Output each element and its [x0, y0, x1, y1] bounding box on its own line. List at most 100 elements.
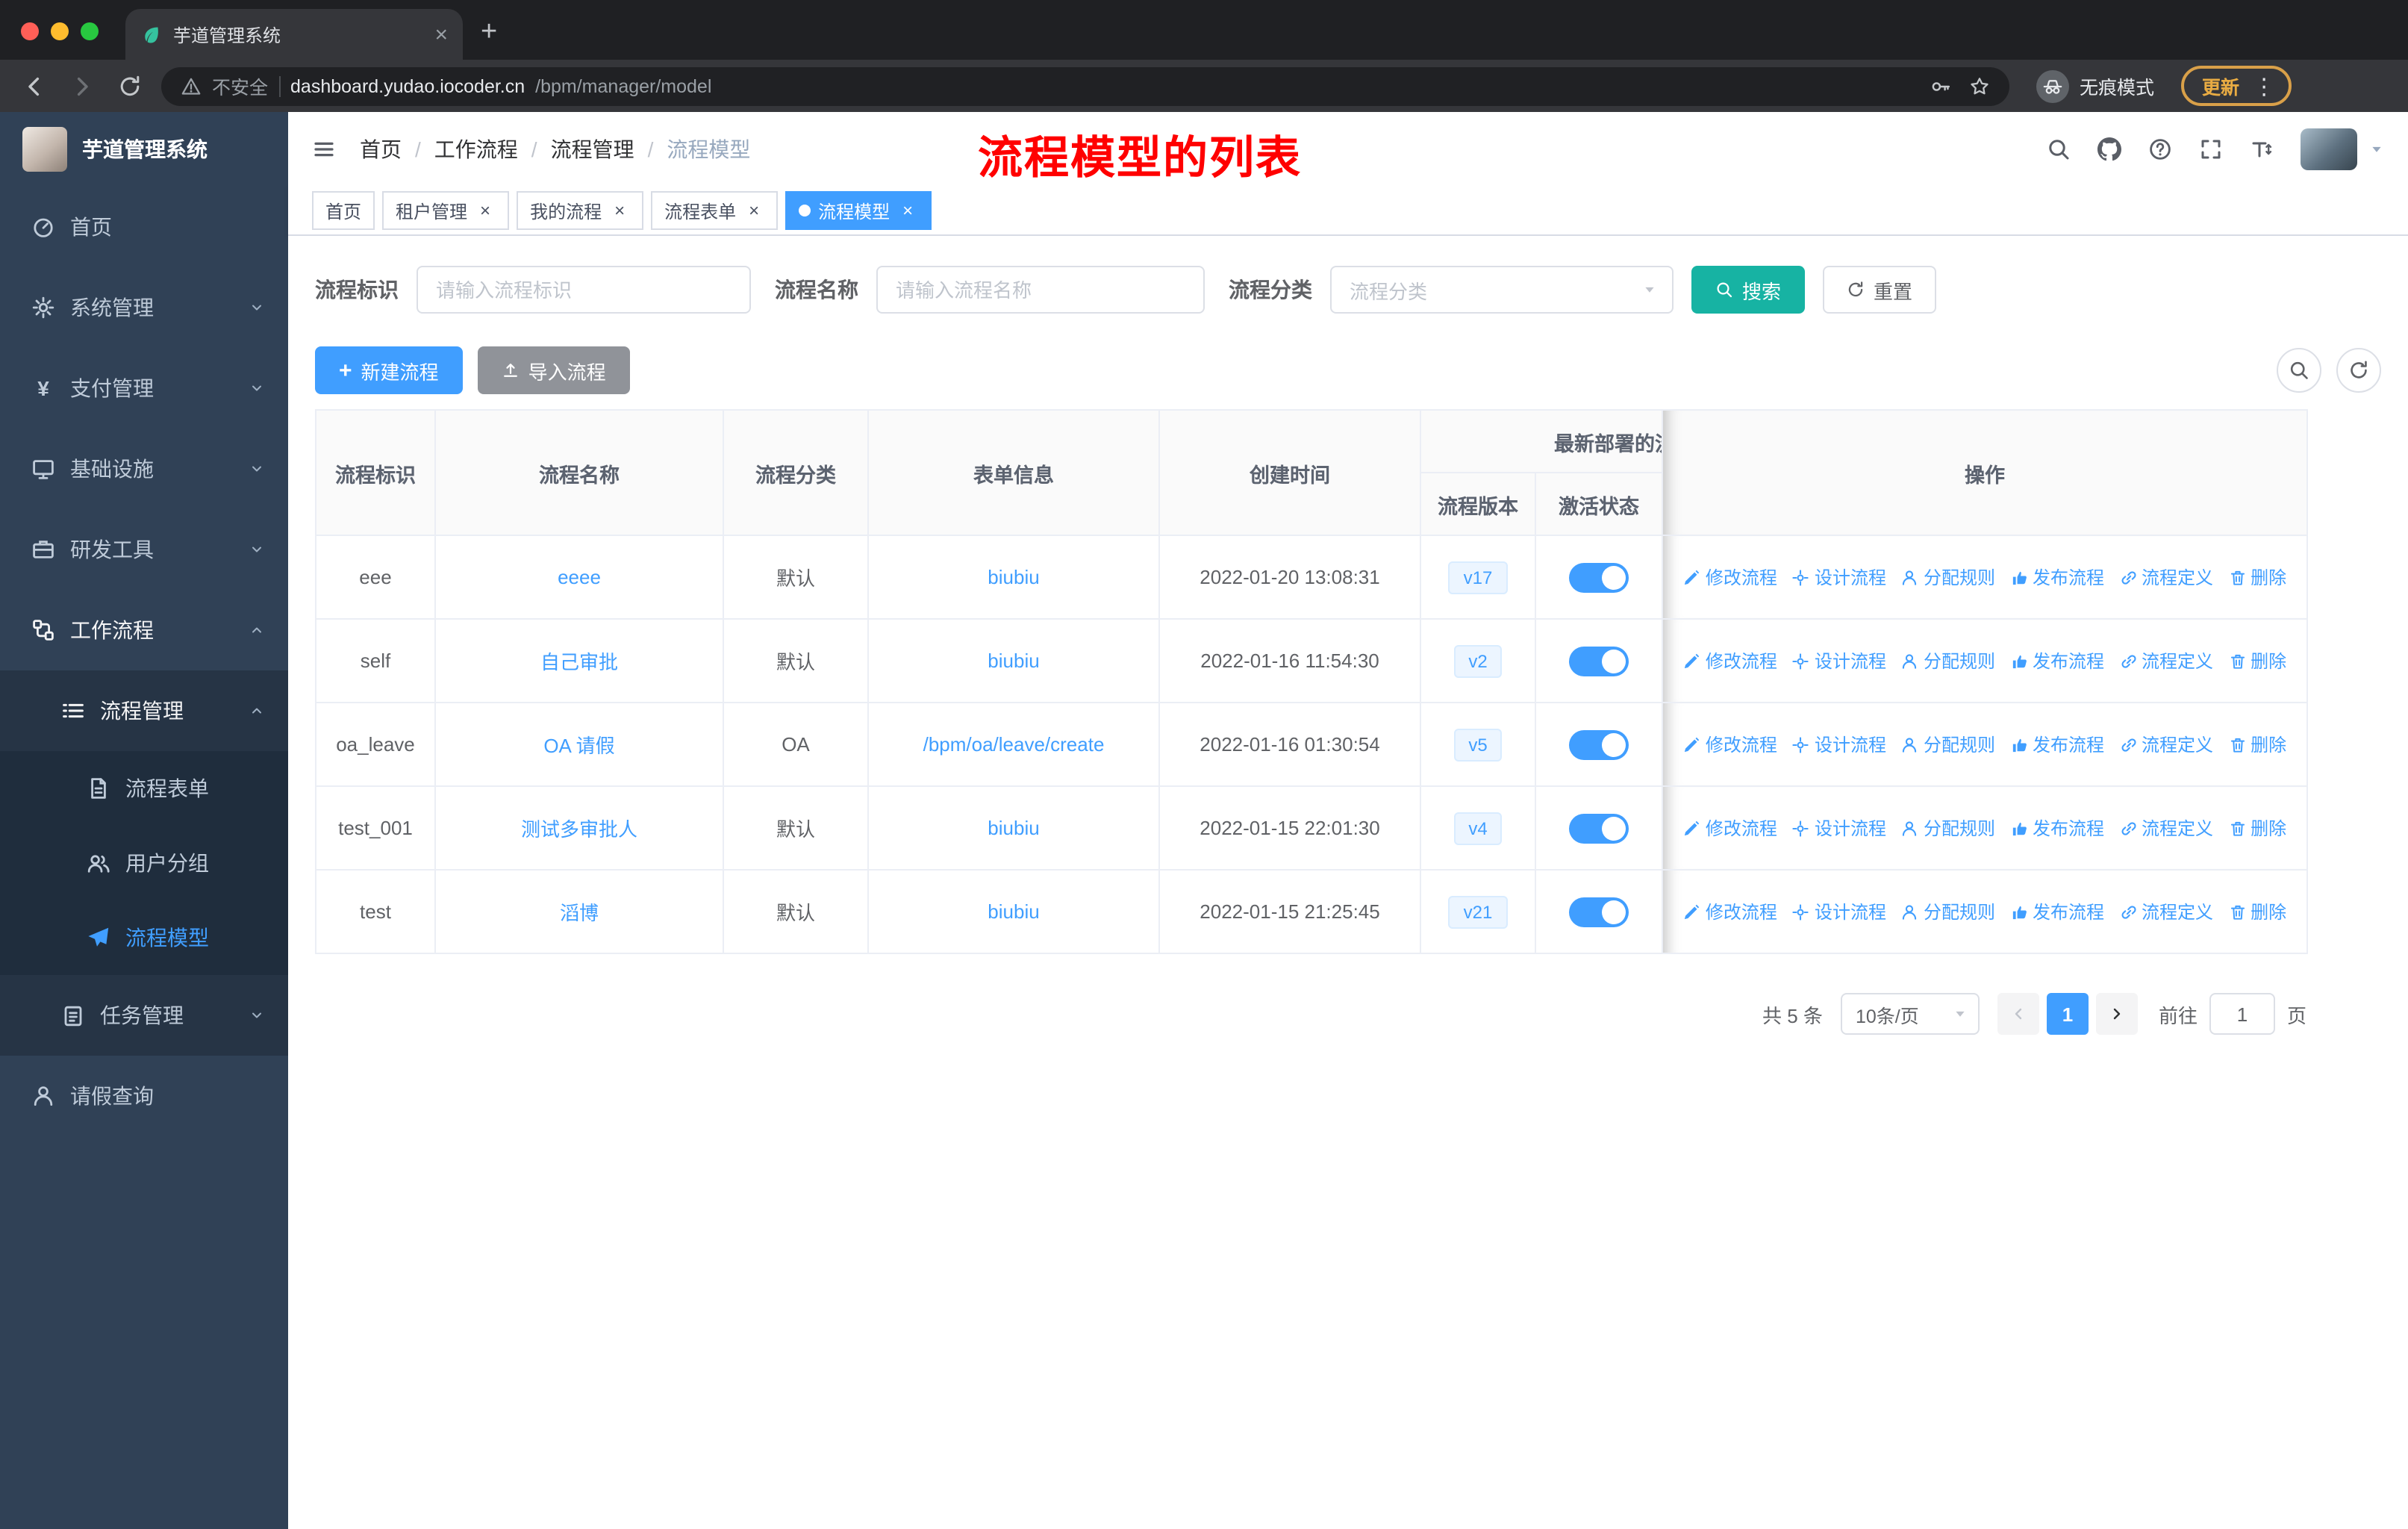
- browser-menu-icon[interactable]: [2253, 72, 2275, 99]
- avatar-caret-icon[interactable]: [2369, 142, 2384, 157]
- sidebar-item-process-management[interactable]: 流程管理: [0, 670, 288, 751]
- publish-process-link[interactable]: 发布流程: [2010, 899, 2104, 924]
- sidebar-item-user-group[interactable]: 用户分组: [0, 826, 288, 900]
- sidebar-item-home[interactable]: 首页: [0, 187, 288, 267]
- tab-close-icon[interactable]: [434, 23, 448, 46]
- toggle-search-button[interactable]: [2277, 348, 2321, 393]
- reset-button[interactable]: 重置: [1823, 266, 1937, 314]
- sidebar-item-payment[interactable]: 支付管理: [0, 348, 288, 429]
- process-definition-link[interactable]: 流程定义: [2119, 648, 2213, 673]
- prev-page-button[interactable]: [1997, 993, 2039, 1035]
- next-page-button[interactable]: [2095, 993, 2138, 1035]
- edit-process-link[interactable]: 修改流程: [1683, 899, 1777, 924]
- process-name-link[interactable]: 测试多审批人: [521, 818, 637, 841]
- sidebar-item-process-model[interactable]: 流程模型: [0, 900, 288, 975]
- delete-link[interactable]: 删除: [2228, 899, 2286, 924]
- active-toggle[interactable]: [1569, 813, 1629, 843]
- process-definition-link[interactable]: 流程定义: [2119, 899, 2213, 924]
- process-definition-link[interactable]: 流程定义: [2119, 564, 2213, 590]
- process-category-select[interactable]: 流程分类: [1330, 266, 1674, 314]
- design-process-link[interactable]: 设计流程: [1792, 815, 1886, 841]
- breadcrumb-workflow[interactable]: 工作流程: [434, 134, 518, 164]
- delete-link[interactable]: 删除: [2228, 564, 2286, 590]
- form-info-link[interactable]: biubiu: [988, 650, 1039, 672]
- window-zoom-button[interactable]: [81, 22, 99, 40]
- process-name-link[interactable]: OA 请假: [543, 735, 614, 757]
- current-page-button[interactable]: 1: [2046, 993, 2089, 1035]
- assign-rule-link[interactable]: 分配规则: [1901, 564, 1995, 590]
- assign-rule-link[interactable]: 分配规则: [1901, 815, 1995, 841]
- process-definition-link[interactable]: 流程定义: [2119, 815, 2213, 841]
- edit-process-link[interactable]: 修改流程: [1683, 564, 1777, 590]
- tag-close-icon[interactable]: [897, 200, 918, 221]
- process-id-input[interactable]: [417, 266, 751, 314]
- goto-page-input[interactable]: [2209, 993, 2275, 1035]
- sidebar-item-task-management[interactable]: 任务管理: [0, 975, 288, 1056]
- sidebar-item-infrastructure[interactable]: 基础设施: [0, 429, 288, 509]
- sidebar-item-workflow[interactable]: 工作流程: [0, 590, 288, 670]
- font-size-icon[interactable]: [2250, 137, 2274, 161]
- tag-close-icon[interactable]: [475, 200, 496, 221]
- user-avatar[interactable]: [2301, 128, 2357, 170]
- form-info-link[interactable]: biubiu: [988, 566, 1039, 588]
- back-button[interactable]: [18, 69, 51, 102]
- delete-link[interactable]: 删除: [2228, 732, 2286, 757]
- reload-button[interactable]: [113, 69, 146, 102]
- form-info-link[interactable]: biubiu: [988, 817, 1039, 839]
- assign-rule-link[interactable]: 分配规则: [1901, 732, 1995, 757]
- publish-process-link[interactable]: 发布流程: [2010, 648, 2104, 673]
- bookmark-star-icon[interactable]: [1969, 75, 1990, 96]
- sidebar-item-leave-query[interactable]: 请假查询: [0, 1056, 288, 1136]
- publish-process-link[interactable]: 发布流程: [2010, 564, 2104, 590]
- tag-close-icon[interactable]: [609, 200, 630, 221]
- sidebar-item-process-form[interactable]: 流程表单: [0, 751, 288, 826]
- publish-process-link[interactable]: 发布流程: [2010, 732, 2104, 757]
- active-toggle[interactable]: [1569, 562, 1629, 592]
- tag-my-process[interactable]: 我的流程: [517, 191, 644, 230]
- tag-tenant-management[interactable]: 租户管理: [382, 191, 510, 230]
- form-info-link[interactable]: /bpm/oa/leave/create: [923, 733, 1105, 756]
- tag-home[interactable]: 首页: [312, 191, 375, 230]
- active-toggle[interactable]: [1569, 646, 1629, 676]
- page-size-select[interactable]: 10条/页: [1840, 993, 1980, 1035]
- browser-update-button[interactable]: 更新: [2181, 66, 2292, 106]
- refresh-table-button[interactable]: [2336, 348, 2381, 393]
- browser-tab[interactable]: 芋道管理系统: [125, 9, 463, 60]
- delete-link[interactable]: 删除: [2228, 815, 2286, 841]
- active-toggle[interactable]: [1569, 897, 1629, 927]
- design-process-link[interactable]: 设计流程: [1792, 899, 1886, 924]
- search-icon[interactable]: [2047, 137, 2071, 161]
- new-tab-button[interactable]: [481, 18, 497, 46]
- delete-link[interactable]: 删除: [2228, 648, 2286, 673]
- breadcrumb-home[interactable]: 首页: [360, 134, 402, 164]
- edit-process-link[interactable]: 修改流程: [1683, 732, 1777, 757]
- design-process-link[interactable]: 设计流程: [1792, 732, 1886, 757]
- process-name-link[interactable]: 自己审批: [540, 651, 618, 673]
- github-icon[interactable]: [2097, 137, 2121, 161]
- sidebar-toggle-icon[interactable]: [312, 137, 336, 161]
- publish-process-link[interactable]: 发布流程: [2010, 815, 2104, 841]
- create-process-button[interactable]: 新建流程: [315, 346, 463, 394]
- forward-button[interactable]: [66, 69, 99, 102]
- app-logo[interactable]: 芋道管理系统: [0, 112, 288, 187]
- window-close-button[interactable]: [21, 22, 39, 40]
- window-minimize-button[interactable]: [51, 22, 69, 40]
- breadcrumb-process-management[interactable]: 流程管理: [551, 134, 634, 164]
- tag-close-icon[interactable]: [743, 200, 764, 221]
- form-info-link[interactable]: biubiu: [988, 900, 1039, 923]
- help-icon[interactable]: [2148, 137, 2172, 161]
- fullscreen-icon[interactable]: [2199, 137, 2223, 161]
- import-process-button[interactable]: 导入流程: [477, 346, 630, 394]
- process-name-link[interactable]: eeee: [558, 566, 601, 588]
- active-toggle[interactable]: [1569, 729, 1629, 759]
- design-process-link[interactable]: 设计流程: [1792, 564, 1886, 590]
- assign-rule-link[interactable]: 分配规则: [1901, 648, 1995, 673]
- edit-process-link[interactable]: 修改流程: [1683, 815, 1777, 841]
- process-definition-link[interactable]: 流程定义: [2119, 732, 2213, 757]
- tag-process-form[interactable]: 流程表单: [651, 191, 779, 230]
- process-name-input[interactable]: [876, 266, 1205, 314]
- url-omnibox[interactable]: 不安全 dashboard.yudao.iocoder.cn/bpm/manag…: [161, 66, 2009, 105]
- edit-process-link[interactable]: 修改流程: [1683, 648, 1777, 673]
- process-name-link[interactable]: 滔博: [560, 902, 599, 924]
- password-key-icon[interactable]: [1930, 75, 1951, 96]
